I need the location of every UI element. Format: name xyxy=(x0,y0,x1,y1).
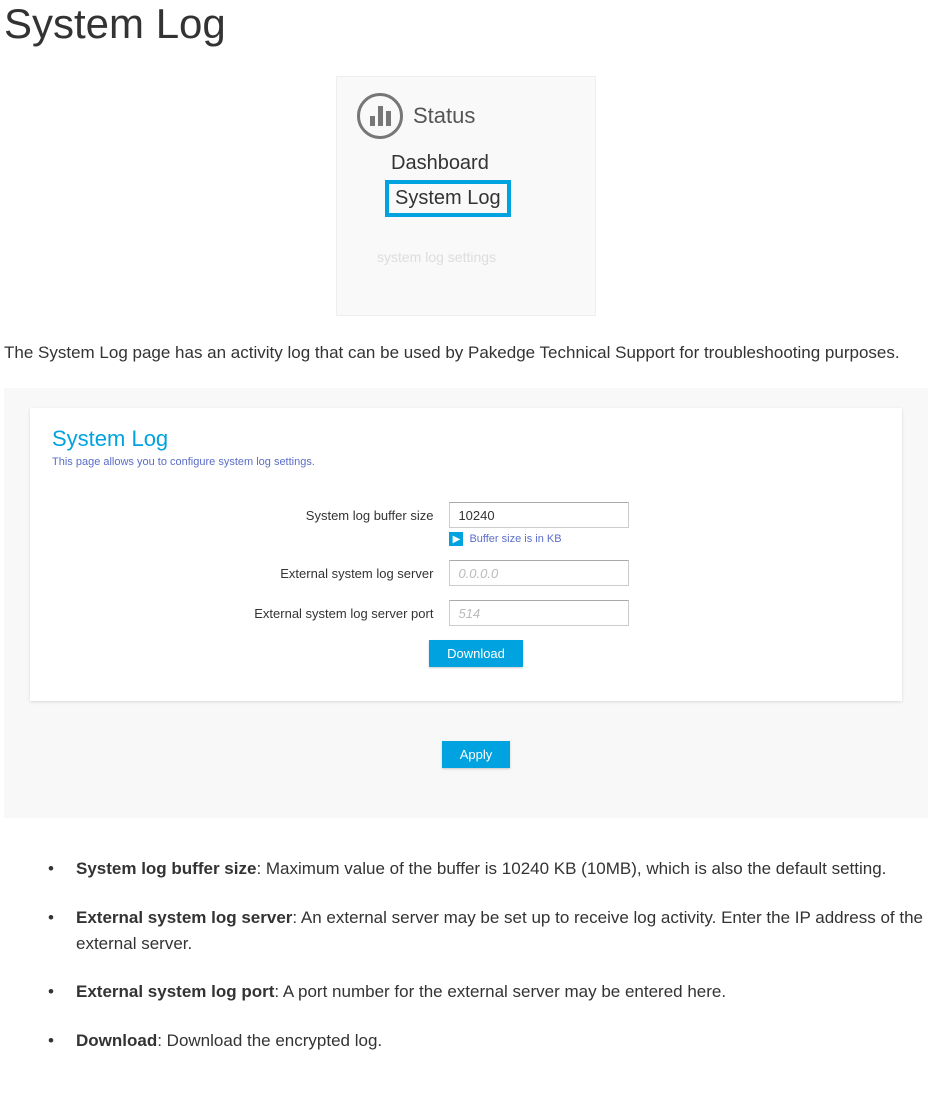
bullet-buffer-size: System log buffer size: Maximum value of… xyxy=(48,856,928,882)
config-card: System Log This page allows you to confi… xyxy=(30,408,902,701)
port-label: External system log server port xyxy=(52,606,449,621)
bullet-text: : A port number for the external server … xyxy=(274,982,726,1001)
nav-item-dashboard[interactable]: Dashboard xyxy=(385,149,495,178)
download-button[interactable]: Download xyxy=(429,640,523,667)
bullet-port: External system log port: A port number … xyxy=(48,979,928,1005)
panel-subtitle: This page allows you to configure system… xyxy=(52,456,880,468)
buffer-size-input[interactable] xyxy=(449,502,629,528)
bullet-title: Download xyxy=(76,1031,157,1050)
server-label: External system log server xyxy=(52,566,449,581)
server-input[interactable] xyxy=(449,560,629,586)
page-title: System Log xyxy=(4,0,928,48)
config-panel-figure: System Log This page allows you to confi… xyxy=(4,388,928,818)
description-list: System log buffer size: Maximum value of… xyxy=(4,856,928,1054)
bullet-title: External system log port xyxy=(76,982,274,1001)
buffer-hint: Buffer size is in KB xyxy=(469,533,561,545)
bullet-text: : Download the encrypted log. xyxy=(157,1031,382,1050)
bullet-text: : Maximum value of the buffer is 10240 K… xyxy=(256,859,886,878)
port-input[interactable] xyxy=(449,600,629,626)
bullet-title: System log buffer size xyxy=(76,859,256,878)
bar-chart-icon xyxy=(357,93,403,139)
bullet-server: External system log server: An external … xyxy=(48,905,928,958)
nav-figure: Status Dashboard System Log system log s… xyxy=(336,76,596,316)
info-icon: ▶ xyxy=(449,532,463,546)
bullet-download: Download: Download the encrypted log. xyxy=(48,1028,928,1054)
bullet-title: External system log server xyxy=(76,908,292,927)
nav-faded-text: system log settings xyxy=(347,249,585,265)
buffer-size-label: System log buffer size xyxy=(52,508,449,523)
apply-button[interactable]: Apply xyxy=(442,741,511,768)
nav-status-label: Status xyxy=(413,103,475,129)
nav-item-system-log[interactable]: System Log xyxy=(385,180,511,217)
intro-text: The System Log page has an activity log … xyxy=(4,340,928,366)
panel-title: System Log xyxy=(52,426,880,452)
nav-status-row: Status xyxy=(347,93,585,139)
